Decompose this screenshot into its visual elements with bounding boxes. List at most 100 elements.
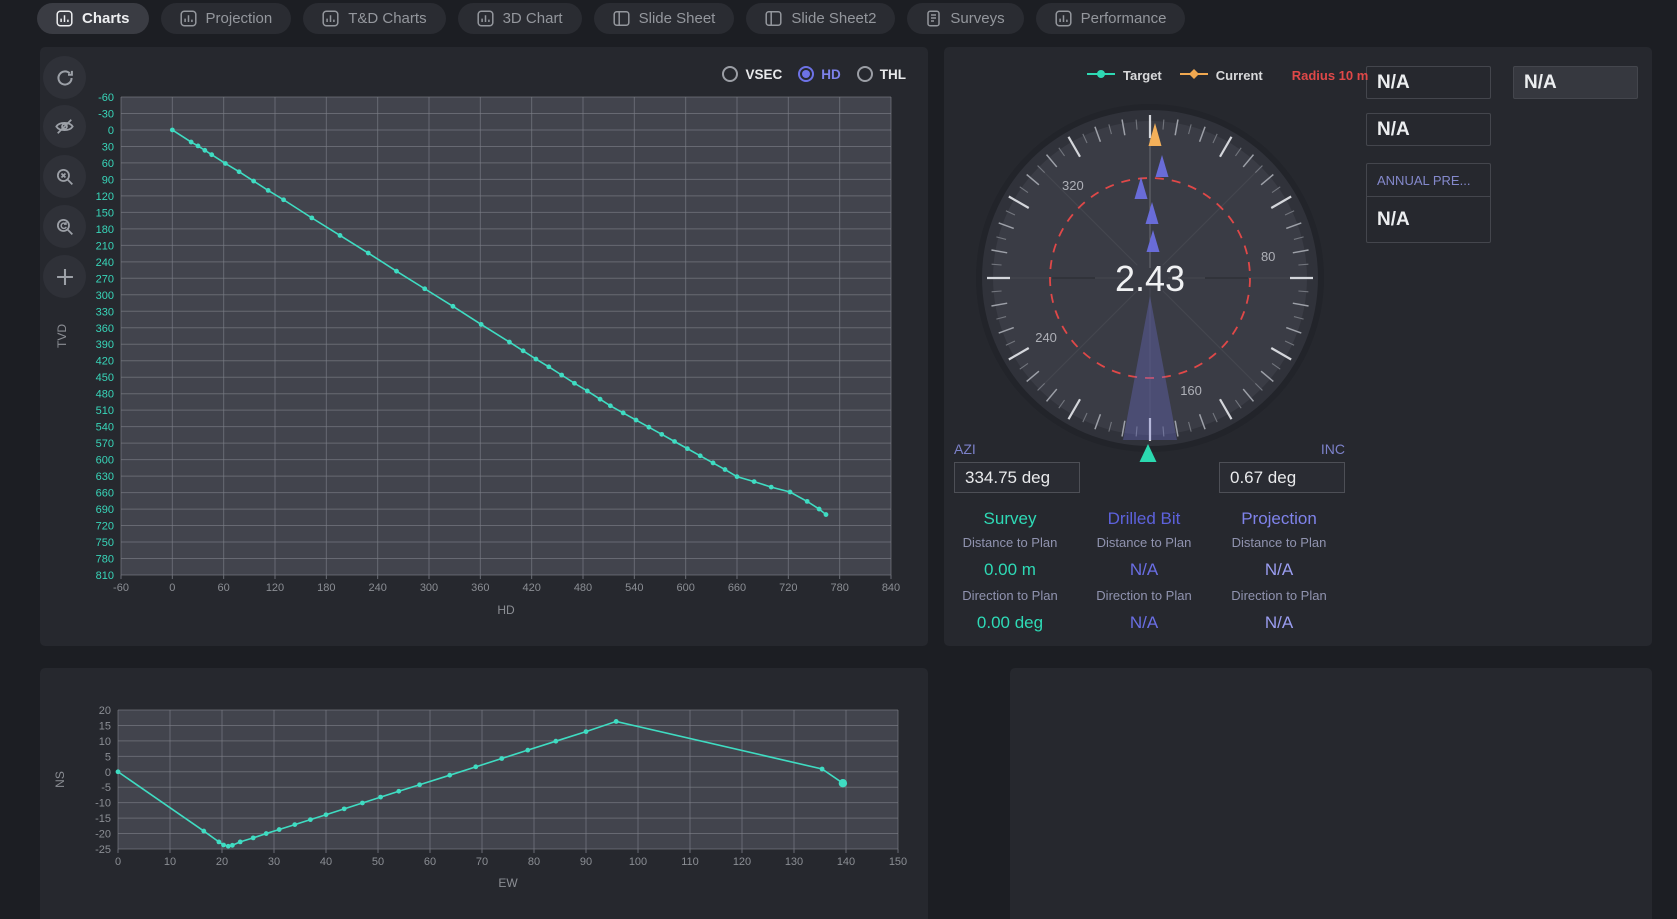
svg-text:240: 240 xyxy=(96,257,114,269)
tab-label: Projection xyxy=(206,10,273,27)
radio-hd[interactable]: HD xyxy=(798,66,841,82)
svg-text:TVD: TVD xyxy=(55,324,69,348)
svg-text:330: 330 xyxy=(96,306,114,318)
svg-text:660: 660 xyxy=(96,488,114,500)
radio-circle xyxy=(798,66,814,82)
svg-text:840: 840 xyxy=(882,582,900,594)
tab-slide-sheet[interactable]: Slide Sheet xyxy=(594,3,735,34)
ns-ew-chart[interactable]: 0102030405060708090100110120130140150-25… xyxy=(40,668,928,919)
svg-text:-25: -25 xyxy=(95,844,111,856)
svg-text:480: 480 xyxy=(574,582,592,594)
inc-value-field[interactable]: 0.67 deg xyxy=(1219,462,1345,493)
zoom-reset-button[interactable] xyxy=(43,205,86,248)
svg-text:570: 570 xyxy=(96,438,114,450)
refresh-icon xyxy=(55,68,75,88)
side-field-2[interactable]: N/A xyxy=(1366,113,1491,146)
tab-charts[interactable]: Charts xyxy=(37,3,149,34)
bar-chart-icon xyxy=(180,10,197,27)
distance-to-plan-value: N/A xyxy=(1214,555,1344,584)
column-title: Drilled Bit xyxy=(1079,507,1209,531)
svg-text:300: 300 xyxy=(96,290,114,302)
side-field-right[interactable]: N/A xyxy=(1513,66,1638,99)
refresh-button[interactable] xyxy=(43,56,86,99)
tab-td-charts[interactable]: T&D Charts xyxy=(303,3,445,34)
projection-column: Projection Distance to Plan N/A Directio… xyxy=(1214,507,1344,637)
svg-text:160: 160 xyxy=(1180,383,1202,398)
svg-text:810: 810 xyxy=(96,570,114,582)
tab-3d-chart[interactable]: 3D Chart xyxy=(458,3,582,34)
svg-text:10: 10 xyxy=(99,736,111,748)
svg-text:0: 0 xyxy=(169,582,175,594)
tab-surveys[interactable]: Surveys xyxy=(907,3,1023,34)
svg-text:130: 130 xyxy=(785,856,803,868)
svg-text:15: 15 xyxy=(99,720,111,732)
svg-text:120: 120 xyxy=(733,856,751,868)
add-button[interactable] xyxy=(43,255,86,298)
svg-text:30: 30 xyxy=(102,141,114,153)
top-nav: Charts Projection T&D Charts 3D Chart Sl… xyxy=(37,3,1185,34)
tab-label: T&D Charts xyxy=(348,10,426,27)
svg-text:720: 720 xyxy=(779,582,797,594)
current-marker-icon xyxy=(1179,68,1209,83)
hide-button[interactable] xyxy=(43,105,86,148)
tvd-hd-chart[interactable]: -600601201802403003604204805406006607207… xyxy=(40,47,928,646)
tab-slide-sheet2[interactable]: Slide Sheet2 xyxy=(746,3,895,34)
annual-pre-field-label[interactable]: ANNUAL PRE... xyxy=(1366,163,1491,196)
svg-text:EW: EW xyxy=(498,876,518,890)
svg-text:-60: -60 xyxy=(113,582,129,594)
svg-text:480: 480 xyxy=(96,389,114,401)
radio-label: THL xyxy=(880,67,906,82)
svg-text:150: 150 xyxy=(889,856,907,868)
svg-text:-60: -60 xyxy=(98,92,114,104)
svg-text:210: 210 xyxy=(96,240,114,252)
svg-text:60: 60 xyxy=(102,158,114,170)
svg-text:300: 300 xyxy=(420,582,438,594)
svg-text:720: 720 xyxy=(96,521,114,533)
svg-text:20: 20 xyxy=(99,705,111,717)
svg-text:-5: -5 xyxy=(101,782,111,794)
svg-text:60: 60 xyxy=(424,856,436,868)
axis-mode-radio-group: VSEC HD THL xyxy=(722,66,906,82)
radio-label: VSEC xyxy=(745,67,782,82)
svg-text:100: 100 xyxy=(629,856,647,868)
svg-text:390: 390 xyxy=(96,339,114,351)
bar-chart-icon xyxy=(322,10,339,27)
svg-text:-15: -15 xyxy=(95,813,111,825)
azi-value-field[interactable]: 334.75 deg xyxy=(954,462,1080,493)
svg-text:320: 320 xyxy=(1062,178,1084,193)
svg-text:540: 540 xyxy=(625,582,643,594)
legend-label: Current xyxy=(1216,68,1263,83)
radio-vsec[interactable]: VSEC xyxy=(722,66,782,82)
svg-text:-10: -10 xyxy=(95,798,111,810)
tab-projection[interactable]: Projection xyxy=(161,3,292,34)
svg-text:450: 450 xyxy=(96,372,114,384)
side-field-1[interactable]: N/A xyxy=(1366,66,1491,99)
svg-text:20: 20 xyxy=(216,856,228,868)
svg-text:80: 80 xyxy=(528,856,540,868)
main-chart-panel: -600601201802403003604204805406006607207… xyxy=(40,47,928,646)
distance-to-plan-value: N/A xyxy=(1079,555,1209,584)
inc-label: INC xyxy=(1219,441,1345,457)
svg-text:240: 240 xyxy=(1035,330,1057,345)
svg-text:180: 180 xyxy=(317,582,335,594)
svg-text:90: 90 xyxy=(580,856,592,868)
direction-to-plan-label: Direction to Plan xyxy=(1079,584,1209,608)
survey-column: Survey Distance to Plan 0.00 m Direction… xyxy=(945,507,1075,637)
bar-chart-icon xyxy=(1055,10,1072,27)
zoom-out-button[interactable] xyxy=(43,155,86,198)
svg-text:-20: -20 xyxy=(95,829,111,841)
column-title: Survey xyxy=(945,507,1075,531)
tab-performance[interactable]: Performance xyxy=(1036,3,1186,34)
svg-text:600: 600 xyxy=(96,455,114,467)
annual-pre-field-value[interactable]: N/A xyxy=(1366,196,1491,243)
svg-text:120: 120 xyxy=(96,191,114,203)
plus-icon xyxy=(54,266,76,288)
svg-text:70: 70 xyxy=(476,856,488,868)
svg-text:120: 120 xyxy=(266,582,284,594)
direction-to-plan-value: N/A xyxy=(1079,608,1209,637)
radio-thl[interactable]: THL xyxy=(857,66,906,82)
svg-text:540: 540 xyxy=(96,422,114,434)
column-title: Projection xyxy=(1214,507,1344,531)
svg-text:0: 0 xyxy=(115,856,121,868)
direction-to-plan-value: N/A xyxy=(1214,608,1344,637)
